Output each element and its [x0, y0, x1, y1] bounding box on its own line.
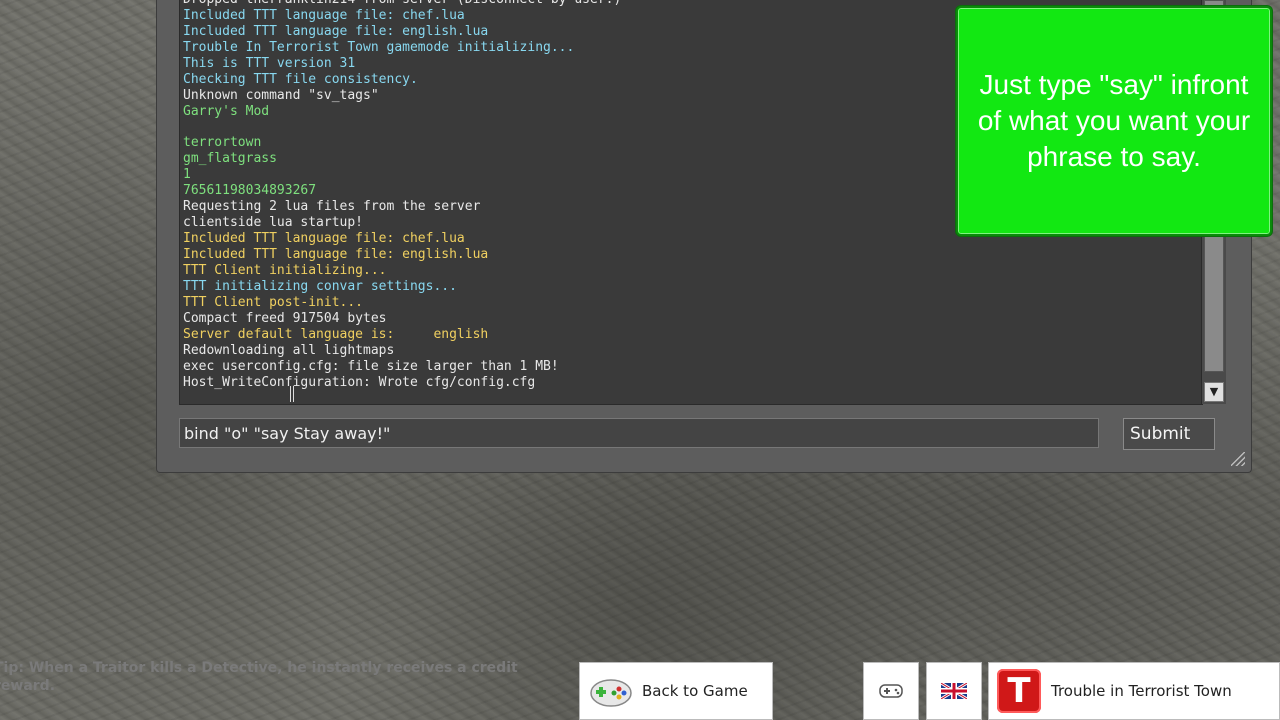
- games-button[interactable]: [863, 662, 919, 720]
- console-log-line: Included TTT language file: english.lua: [183, 247, 489, 262]
- console-log-line: Compact freed 917504 bytes: [183, 310, 387, 326]
- console-log-line: TTT Client initializing...: [183, 262, 387, 278]
- resize-grip-icon[interactable]: [1231, 452, 1245, 466]
- ttt-logo-icon: T: [997, 669, 1041, 713]
- console-command-input[interactable]: bind "o" "say Stay away!": [179, 418, 1099, 448]
- console-log-line: Server default language is: english: [183, 326, 489, 342]
- console-log-line: exec userconfig.cfg: file size larger th…: [183, 358, 559, 374]
- console-log-line: TTT Client post-init...: [183, 294, 364, 310]
- back-to-game-label: Back to Game: [642, 682, 748, 700]
- scroll-down-arrow-icon[interactable]: ▼: [1204, 382, 1224, 402]
- annotation-text: Just type "say" infront of what you want…: [977, 69, 1251, 172]
- gamepad-icon: [590, 679, 632, 707]
- tutorial-annotation: Just type "say" infront of what you want…: [956, 6, 1272, 236]
- gamemode-button[interactable]: T Trouble in Terrorist Town: [988, 662, 1280, 720]
- console-log-line: Host_WriteConfiguration: Wrote cfg/confi…: [183, 374, 536, 390]
- back-to-game-button[interactable]: Back to Game: [579, 662, 773, 720]
- console-log-line: Redownloading all lightmaps: [183, 342, 395, 358]
- uk-flag-icon: [941, 683, 967, 699]
- console-log-line: TTT initializing convar settings...: [183, 278, 457, 294]
- gamemode-label: Trouble in Terrorist Town: [1051, 682, 1232, 700]
- text-cursor-icon: [290, 386, 294, 402]
- language-button[interactable]: [926, 662, 982, 720]
- gameplay-tip: Tip: When a Traitor kills a Detective, h…: [0, 660, 518, 694]
- submit-button[interactable]: Submit: [1123, 418, 1215, 450]
- controller-icon: [879, 684, 903, 698]
